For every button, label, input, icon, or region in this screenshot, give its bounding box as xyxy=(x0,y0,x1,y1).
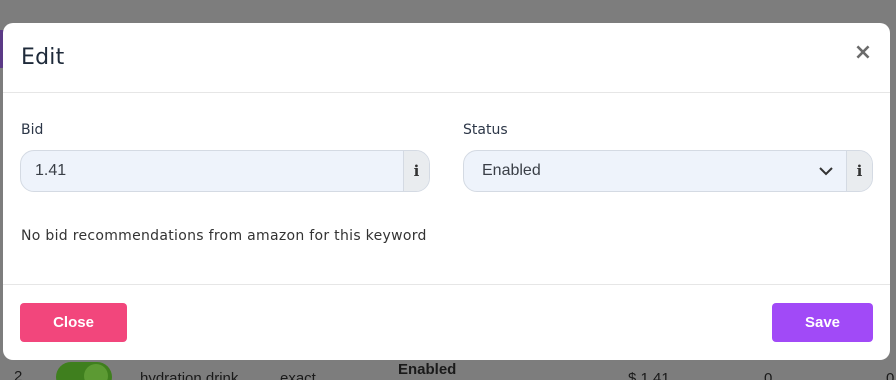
bid-label: Bid xyxy=(21,122,44,138)
background-trailing: 0 xyxy=(886,370,895,380)
background-match-type: exact xyxy=(280,370,316,380)
modal-title: Edit xyxy=(21,45,65,70)
info-icon: i xyxy=(413,162,420,180)
bid-input[interactable]: 1.41 i xyxy=(20,150,430,192)
chevron-down-icon[interactable] xyxy=(818,163,834,179)
close-icon[interactable]: × xyxy=(853,41,873,65)
background-bid: $ 1.41 xyxy=(628,370,670,380)
modal-header: Edit × xyxy=(3,23,890,93)
background-row-number: 2 xyxy=(14,368,23,380)
save-button[interactable]: Save xyxy=(772,303,873,342)
bid-value[interactable]: 1.41 xyxy=(35,151,66,191)
info-icon: i xyxy=(856,162,863,180)
background-status-text: Enabled xyxy=(398,361,457,378)
status-selected-value[interactable]: Enabled xyxy=(482,151,541,191)
bid-recommendation-hint: No bid recommendations from amazon for t… xyxy=(21,228,427,244)
status-label: Status xyxy=(463,122,508,138)
edit-modal: Edit × Bid 1.41 i Status Enabled i No bi… xyxy=(3,23,890,360)
modal-footer: Close Save xyxy=(3,284,890,360)
bid-info-button[interactable]: i xyxy=(403,151,429,191)
background-count: 0 xyxy=(764,370,773,380)
close-button[interactable]: Close xyxy=(20,303,127,342)
status-select[interactable]: Enabled i xyxy=(463,150,873,192)
status-info-button[interactable]: i xyxy=(846,151,872,191)
background-keyword: hydration drink xyxy=(140,370,239,380)
